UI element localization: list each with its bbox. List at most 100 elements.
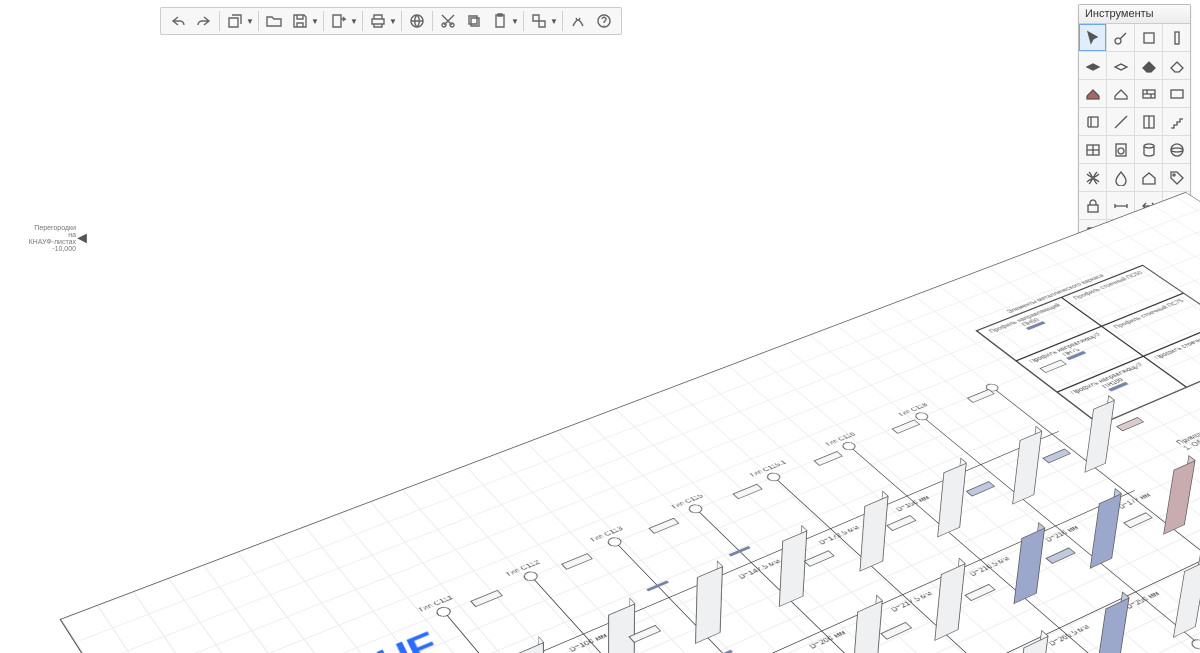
globe-button[interactable] bbox=[404, 9, 430, 33]
eraser-tool[interactable] bbox=[1135, 52, 1162, 79]
dropdown-caret-icon[interactable]: ▼ bbox=[389, 17, 397, 26]
grid-vline bbox=[922, 416, 1200, 644]
dimension-label: D=172,5 мм bbox=[817, 524, 861, 546]
grid-hline bbox=[458, 431, 1060, 653]
drawing-sheet: KNAUF Элементы металлического каркаса Пр… bbox=[256, 276, 1200, 653]
export-button[interactable] bbox=[326, 9, 352, 33]
dimension-label: D=217,5 мм bbox=[889, 590, 934, 613]
grid-vline bbox=[444, 611, 687, 653]
node bbox=[983, 382, 1001, 392]
arc-tool[interactable] bbox=[1107, 248, 1134, 275]
roof2-tool[interactable] bbox=[1107, 80, 1134, 107]
axis-marker-left: Перегородки на КНАУФ-листах -10,000 ◄ bbox=[6, 225, 76, 253]
type-label: Тип С112 bbox=[504, 559, 542, 578]
grid-vline bbox=[774, 477, 1043, 653]
roof-tool[interactable] bbox=[1079, 80, 1106, 107]
node bbox=[686, 503, 705, 515]
dimension-label: D=100 мм bbox=[567, 632, 609, 653]
tag-tool[interactable] bbox=[1163, 164, 1190, 191]
toolbar-separator bbox=[323, 11, 324, 31]
type-label: Тип С115 bbox=[669, 493, 705, 511]
redo-button[interactable] bbox=[191, 9, 217, 33]
calc-tool[interactable] bbox=[1079, 220, 1106, 247]
type-label: Тип С116 bbox=[823, 431, 857, 447]
eraser2-tool[interactable] bbox=[1163, 52, 1190, 79]
node bbox=[764, 471, 782, 482]
window-tool[interactable] bbox=[1079, 136, 1106, 163]
legend-cell-label: Профиль направляющий ПН50 bbox=[983, 301, 1073, 340]
type-label: Тип С115.1 bbox=[747, 459, 787, 478]
group-button[interactable] bbox=[526, 9, 552, 33]
lock-tool[interactable] bbox=[1079, 192, 1106, 219]
node bbox=[521, 570, 540, 583]
cube-tool[interactable] bbox=[1135, 220, 1162, 247]
mesh-tool[interactable] bbox=[1079, 164, 1106, 191]
legend-cell-label: Профиль направляющий ПН75 bbox=[1022, 330, 1113, 371]
dimension-label: D=216,5 мм bbox=[967, 555, 1011, 578]
plane-tool[interactable] bbox=[1135, 24, 1162, 51]
profile-dash bbox=[710, 650, 734, 653]
legend-cell: Профиль направляющий ПН50 bbox=[976, 297, 1101, 361]
level-tool[interactable] bbox=[1163, 192, 1190, 219]
sphere-tool[interactable] bbox=[1163, 136, 1190, 163]
dropdown-caret-icon[interactable]: ▼ bbox=[246, 17, 254, 26]
drop-tool[interactable] bbox=[1107, 164, 1134, 191]
node bbox=[913, 411, 931, 422]
copy-button[interactable] bbox=[461, 9, 487, 33]
toolbar-separator bbox=[401, 11, 402, 31]
column-tool[interactable] bbox=[1163, 24, 1190, 51]
tools-panel-title: Инструменты bbox=[1079, 5, 1190, 24]
grid-vline bbox=[849, 446, 1122, 653]
print-button[interactable] bbox=[365, 9, 391, 33]
dimension-label: D=250 мм bbox=[1123, 590, 1161, 611]
text-tool[interactable] bbox=[1163, 248, 1190, 275]
house-tool[interactable] bbox=[1135, 164, 1162, 191]
curve-tool[interactable] bbox=[1135, 248, 1162, 275]
profile-bar-icon bbox=[1066, 351, 1086, 360]
dropdown-caret-icon[interactable]: ▼ bbox=[550, 17, 558, 26]
door-tool[interactable] bbox=[1079, 108, 1106, 135]
dice-tool[interactable] bbox=[1107, 220, 1134, 247]
type-label: Тип С113 bbox=[588, 525, 625, 543]
legend-cell-label: Профиль стоечный ПС100 bbox=[1150, 325, 1200, 361]
slab2-tool[interactable] bbox=[1107, 52, 1134, 79]
settings-button[interactable] bbox=[565, 9, 591, 33]
pointer-tool[interactable] bbox=[1079, 24, 1106, 51]
dropdown-caret-icon[interactable]: ▼ bbox=[511, 17, 519, 26]
line-tool[interactable] bbox=[1107, 108, 1134, 135]
wall-tool[interactable] bbox=[1135, 80, 1162, 107]
legend-cell-label: Профиль стоечный ПС75 bbox=[1108, 296, 1190, 331]
dropdown-caret-icon[interactable]: ▼ bbox=[350, 17, 358, 26]
layers-button[interactable] bbox=[222, 9, 248, 33]
cubes-tool[interactable] bbox=[1163, 220, 1190, 247]
washer-tool[interactable] bbox=[1107, 136, 1134, 163]
dim-tool[interactable] bbox=[1107, 192, 1134, 219]
cylinder-tool[interactable] bbox=[1135, 136, 1162, 163]
paste-button[interactable] bbox=[487, 9, 513, 33]
legend-cell: Профиль стоечный ПС75 bbox=[1102, 293, 1200, 356]
help-button[interactable] bbox=[591, 9, 617, 33]
measure-tool[interactable] bbox=[1107, 24, 1134, 51]
tools-grid bbox=[1079, 24, 1190, 275]
profile-bar-icon bbox=[1025, 321, 1045, 330]
undo-button[interactable] bbox=[165, 9, 191, 33]
slab-tool[interactable] bbox=[1079, 52, 1106, 79]
save-button[interactable] bbox=[287, 9, 313, 33]
folder-open-button[interactable] bbox=[261, 9, 287, 33]
dropdown-caret-icon[interactable]: ▼ bbox=[311, 17, 319, 26]
grid-hline bbox=[521, 490, 1135, 653]
profile-stick-icon bbox=[1178, 334, 1179, 335]
wall2-tool[interactable] bbox=[1163, 80, 1190, 107]
grid-vline bbox=[992, 387, 1200, 607]
book-tool[interactable] bbox=[1135, 108, 1162, 135]
tools-panel: Инструменты bbox=[1078, 4, 1191, 276]
dim2-tool[interactable] bbox=[1135, 192, 1162, 219]
toolbar-separator bbox=[523, 11, 524, 31]
toolbar-separator bbox=[362, 11, 363, 31]
cut-button[interactable] bbox=[435, 9, 461, 33]
no-tool[interactable] bbox=[1079, 248, 1106, 275]
viewport-3d[interactable]: KNAUF Элементы металлического каркаса Пр… bbox=[0, 0, 1200, 653]
dimension-label: D=265,5 мм bbox=[1046, 623, 1091, 647]
stair-tool[interactable] bbox=[1163, 108, 1190, 135]
legend-cell: Профиль стоечный ПС100 bbox=[1143, 322, 1200, 388]
